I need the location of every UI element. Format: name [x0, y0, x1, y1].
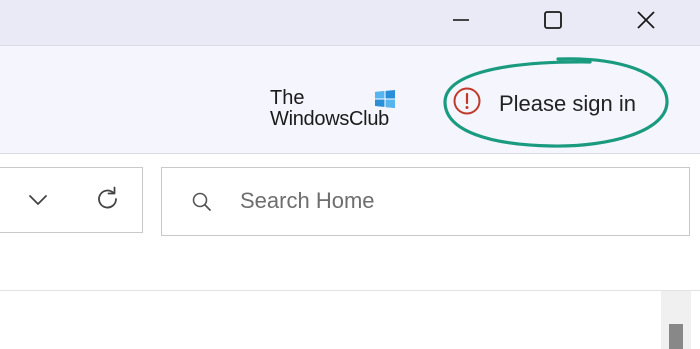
navigation-controls: [0, 167, 143, 233]
close-icon: [635, 9, 657, 31]
account-header: The WindowsClub Please sign in: [0, 45, 700, 154]
close-button[interactable]: [623, 0, 669, 40]
toolbar: [0, 154, 700, 242]
alert-icon: [452, 86, 482, 121]
windows-logo-icon: [375, 90, 395, 108]
minimize-button[interactable]: [438, 0, 484, 40]
sign-in-label: Please sign in: [499, 90, 636, 116]
search-icon: [190, 190, 214, 214]
sign-in-status[interactable]: Please sign in: [440, 53, 672, 153]
watermark-line-2: WindowsClub: [270, 108, 389, 130]
site-watermark: The WindowsClub: [270, 87, 395, 130]
scrollbar-thumb[interactable]: [669, 324, 683, 349]
chevron-down-icon[interactable]: [26, 188, 50, 212]
search-box[interactable]: [161, 167, 690, 236]
app-window: The WindowsClub Please sign in Search Ho…: [0, 0, 700, 349]
maximize-icon: [542, 9, 564, 31]
title-bar: [0, 0, 700, 45]
search-input[interactable]: [240, 184, 660, 218]
watermark-line-1: The: [270, 87, 305, 109]
maximize-button[interactable]: [530, 0, 576, 40]
minimize-icon: [451, 10, 471, 30]
refresh-icon[interactable]: [93, 184, 123, 214]
content-divider: [0, 290, 700, 291]
